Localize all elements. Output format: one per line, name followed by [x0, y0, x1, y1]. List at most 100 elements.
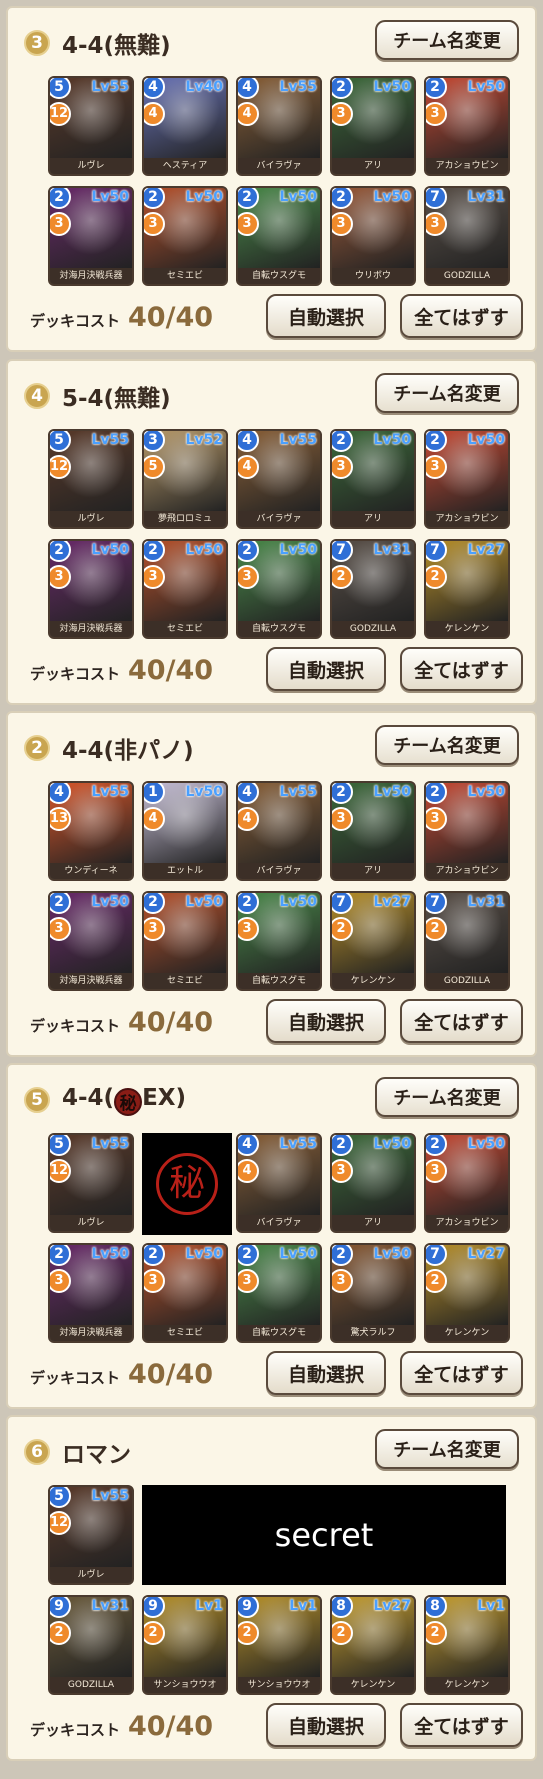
deck-card[interactable]: ケレンケン Lv27 7 2	[424, 539, 510, 639]
deck-card[interactable]: ルヴレ Lv55 5 12	[48, 76, 134, 176]
card-name: ケレンケン	[332, 973, 414, 989]
deck-card[interactable]: セミエビ Lv50 2 3	[142, 891, 228, 991]
deck-card[interactable]: バイラヴァ Lv55 4 4	[236, 781, 322, 881]
deck-card[interactable]: セミエビ Lv50 2 3	[142, 539, 228, 639]
card-name: アリ	[332, 1215, 414, 1231]
card-cost-badge: 2	[332, 917, 353, 941]
rename-team-button[interactable]: チーム名変更	[375, 725, 519, 765]
remove-all-button[interactable]: 全てはずす	[400, 647, 523, 691]
deck-card[interactable]: ルヴレ Lv55 5 12	[48, 1485, 134, 1585]
auto-select-button[interactable]: 自動選択	[266, 999, 386, 1043]
secret-seal-icon: 秘	[114, 1087, 143, 1116]
rename-team-button[interactable]: チーム名変更	[375, 20, 519, 60]
deck-card[interactable]: ケレンケン Lv27 7 2	[330, 891, 416, 991]
team-list: 3 4-4(無難) チーム名変更 ルヴレ Lv55 5 12 ヘスティア Lv40 4 4 バイラヴァ…	[0, 0, 543, 1779]
deck-card[interactable]: 自転ウスグモ Lv50 2 3	[236, 539, 322, 639]
card-name: ルヴレ	[50, 1215, 132, 1231]
deck-card[interactable]: 自転ウスグモ Lv50 2 3	[236, 891, 322, 991]
rename-team-button[interactable]: チーム名変更	[375, 1429, 519, 1469]
deck-card[interactable]: ウリボウ Lv50 2 3	[330, 186, 416, 286]
deck-card[interactable]: 自転ウスグモ Lv50 2 3	[236, 1243, 322, 1343]
card-cost-badge: 3	[332, 1159, 353, 1183]
auto-select-button[interactable]: 自動選択	[266, 647, 386, 691]
card-level: Lv27	[373, 894, 411, 910]
deck-cost-label: デッキコスト	[30, 1369, 121, 1387]
deck-card[interactable]: 対海月決戦兵器 Lv50 2 3	[48, 539, 134, 639]
team-panel: 2 4-4(非パノ) チーム名変更 ウンディーネ Lv55 4 13 エットル Lv50 1 4 バイ…	[6, 711, 537, 1057]
card-cost-badge: 3	[50, 917, 71, 941]
card-cost-badge: 3	[144, 212, 165, 236]
deck-cost-value: 40/40	[128, 1359, 214, 1390]
deck-card[interactable]: 対海月決戦兵器 Lv50 2 3	[48, 186, 134, 286]
deck-card[interactable]: GODZILLA Lv31 7 2	[330, 539, 416, 639]
deck-cost-value: 40/40	[128, 655, 214, 686]
auto-select-button[interactable]: 自動選択	[266, 294, 386, 338]
deck-card[interactable]: アリ Lv50 2 3	[330, 1133, 416, 1233]
card-cost-badge: 3	[332, 102, 353, 126]
card-level: Lv50	[373, 189, 411, 205]
deck-card[interactable]: アカショウビン Lv50 2 3	[424, 429, 510, 529]
deck-cost-label: デッキコスト	[30, 1721, 121, 1739]
card-cost-badge: 3	[426, 455, 447, 479]
deck-card[interactable]: ルヴレ Lv55 5 12	[48, 429, 134, 529]
card-name: バイラヴァ	[238, 158, 320, 174]
deck-card[interactable]: アリ Lv50 2 3	[330, 781, 416, 881]
deck-card[interactable]: バイラヴァ Lv55 4 4	[236, 1133, 322, 1233]
deck-card[interactable]: アカショウビン Lv50 2 3	[424, 1133, 510, 1233]
card-level: Lv55	[91, 1136, 129, 1152]
card-name: ケレンケン	[426, 621, 508, 637]
card-name: 自転ウスグモ	[238, 973, 320, 989]
card-name: アカショウビン	[426, 511, 508, 527]
card-cost-badge: 12	[50, 455, 71, 479]
deck-card[interactable]: ケレンケン Lv27 8 2	[330, 1595, 416, 1695]
deck-card[interactable]: サンショウウオ Lv1 9 2	[236, 1595, 322, 1695]
deck-card[interactable]: 対海月決戦兵器 Lv50 2 3	[48, 891, 134, 991]
deck-card[interactable]: アリ Lv50 2 3	[330, 429, 416, 529]
deck-card[interactable]: ルヴレ Lv55 5 12	[48, 1133, 134, 1233]
card-cost-badge: 3	[238, 212, 259, 236]
deck-card[interactable]: バイラヴァ Lv55 4 4	[236, 76, 322, 176]
auto-select-button[interactable]: 自動選択	[266, 1351, 386, 1395]
remove-all-button[interactable]: 全てはずす	[400, 294, 523, 338]
deck-card[interactable]: アリ Lv50 2 3	[330, 76, 416, 176]
card-name: サンショウウオ	[238, 1677, 320, 1693]
deck-card[interactable]: GODZILLA Lv31 9 2	[48, 1595, 134, 1695]
deck-card[interactable]: バイラヴァ Lv55 4 4	[236, 429, 322, 529]
locked-card-slot[interactable]: 秘	[142, 1133, 232, 1235]
card-cost-badge: 2	[144, 1621, 165, 1645]
deck-card[interactable]: セミエビ Lv50 2 3	[142, 186, 228, 286]
deck-card[interactable]: アカショウビン Lv50 2 3	[424, 76, 510, 176]
deck-card[interactable]: ヘスティア Lv40 4 4	[142, 76, 228, 176]
deck-card[interactable]: アカショウビン Lv50 2 3	[424, 781, 510, 881]
deck-card[interactable]: ケレンケン Lv1 8 2	[424, 1595, 510, 1695]
deck-card[interactable]: 驚犬ラルフ Lv50 2 3	[330, 1243, 416, 1343]
auto-select-button[interactable]: 自動選択	[266, 1703, 386, 1747]
deck-card[interactable]: 夢飛ロロミュ Lv52 3 5	[142, 429, 228, 529]
deck-card[interactable]: GODZILLA Lv31 7 2	[424, 891, 510, 991]
deck-card[interactable]: エットル Lv50 1 4	[142, 781, 228, 881]
remove-all-button[interactable]: 全てはずす	[400, 1703, 523, 1747]
deck-card[interactable]: ウンディーネ Lv55 4 13	[48, 781, 134, 881]
team-title: 4-4(無難)	[62, 33, 171, 59]
card-level: Lv50	[373, 784, 411, 800]
card-level: Lv52	[185, 432, 223, 448]
rename-team-button[interactable]: チーム名変更	[375, 373, 519, 413]
card-level: Lv50	[279, 894, 317, 910]
card-cost-badge: 3	[426, 102, 447, 126]
card-cost-badge: 2	[426, 1269, 447, 1293]
card-name: ルヴレ	[50, 511, 132, 527]
deck-card[interactable]: ケレンケン Lv27 7 2	[424, 1243, 510, 1343]
rename-team-button[interactable]: チーム名変更	[375, 1077, 519, 1117]
deck-card[interactable]: 自転ウスグモ Lv50 2 3	[236, 186, 322, 286]
deck-card[interactable]: サンショウウオ Lv1 9 2	[142, 1595, 228, 1695]
deck-card[interactable]: 対海月決戦兵器 Lv50 2 3	[48, 1243, 134, 1343]
card-level: Lv55	[279, 784, 317, 800]
remove-all-button[interactable]: 全てはずす	[400, 1351, 523, 1395]
team-title: 5-4(無難)	[62, 386, 171, 412]
remove-all-button[interactable]: 全てはずす	[400, 999, 523, 1043]
team-panel: 5 4-4(秘 EX) チーム名変更 ルヴレ Lv55 5 12 秘バイラヴァ Lv55 4 4 アリ L…	[6, 1063, 537, 1409]
card-name: サンショウウオ	[144, 1677, 226, 1693]
deck-card[interactable]: セミエビ Lv50 2 3	[142, 1243, 228, 1343]
card-name: 自転ウスグモ	[238, 268, 320, 284]
deck-card[interactable]: GODZILLA Lv31 7 3	[424, 186, 510, 286]
